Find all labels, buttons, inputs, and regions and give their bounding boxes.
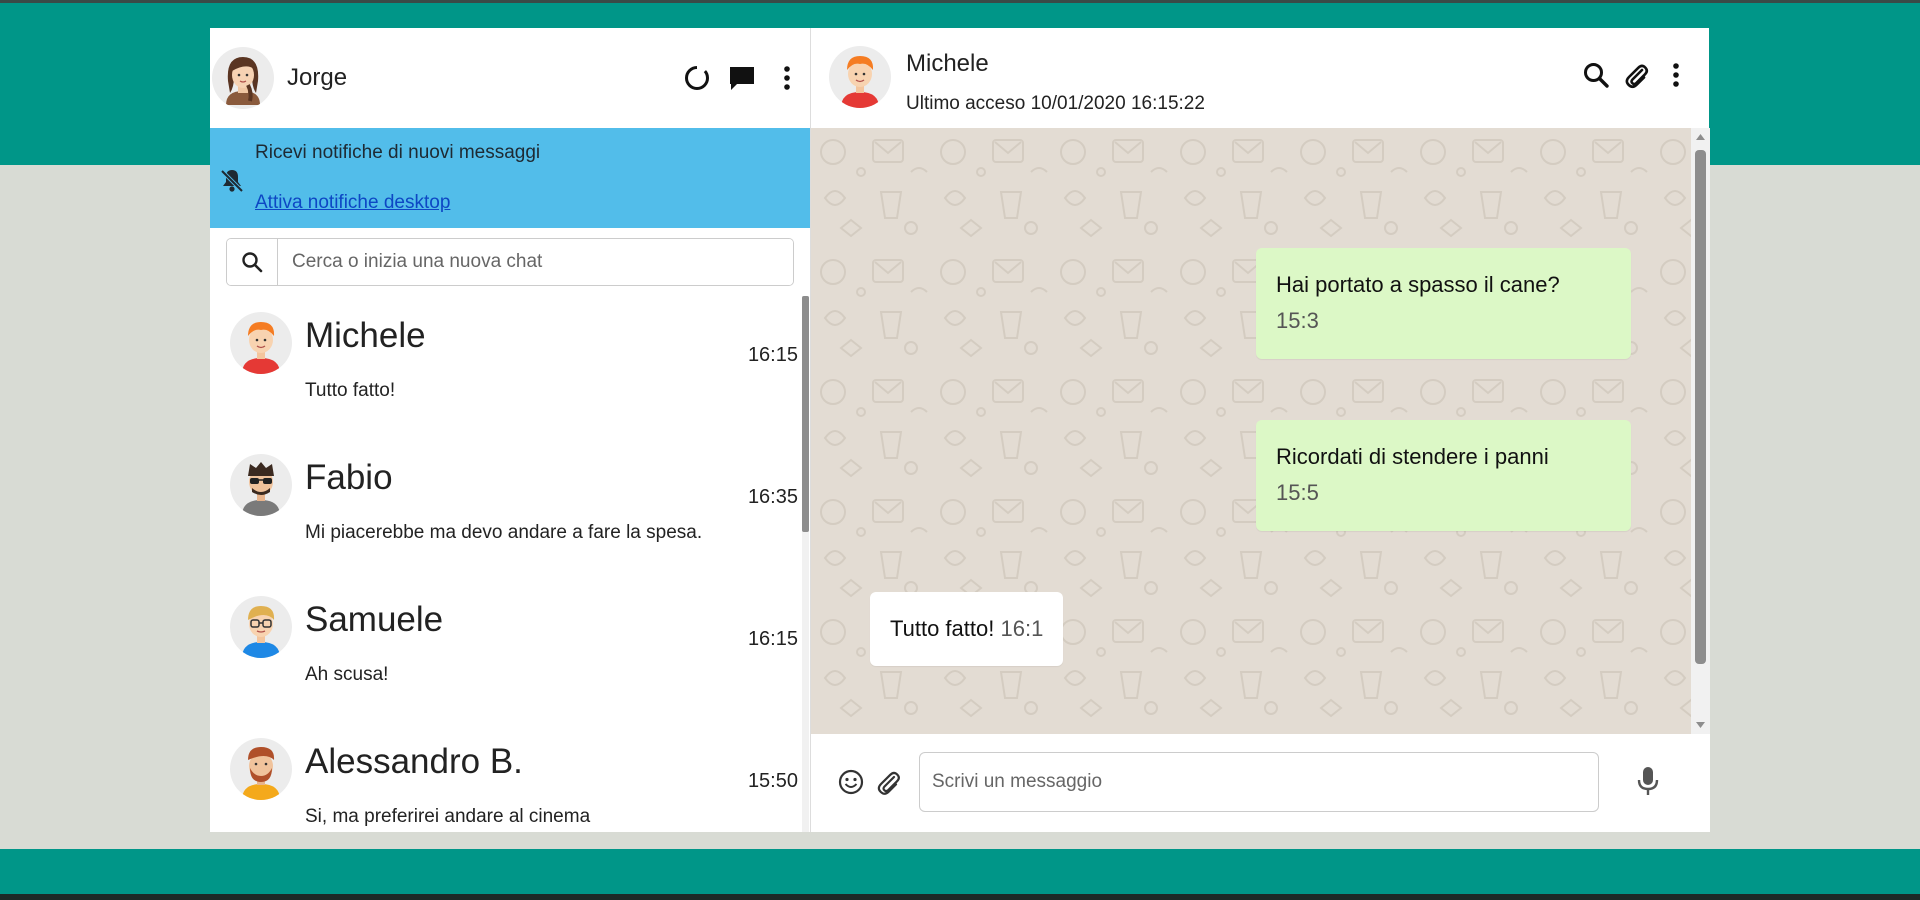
chat-avatar <box>230 454 292 516</box>
message-text: Ricordati di stendere i panni <box>1276 444 1549 469</box>
message-composer <box>811 734 1710 832</box>
scroll-down-arrow-icon <box>1696 722 1705 728</box>
chat-item-michele[interactable]: Michele 16:15 Tutto fatto! <box>210 296 800 438</box>
message-time: 15:5 <box>1276 480 1319 505</box>
chat-avatar <box>230 738 292 800</box>
search-row <box>210 228 810 296</box>
message-sent[interactable]: Hai portato a spasso il cane? 15:3 <box>1256 248 1631 359</box>
messages-scrollbar-thumb[interactable] <box>1695 150 1706 664</box>
chat-avatar <box>230 596 292 658</box>
chat-time: 16:15 <box>747 628 798 650</box>
sidebar: Jorge Ricevi notifiche di nuovi messaggi… <box>210 28 811 832</box>
user-avatar-woman-icon <box>226 57 260 105</box>
composer-attach-button[interactable] <box>871 765 905 799</box>
search-input[interactable] <box>278 239 793 285</box>
chat-name: Fabio <box>305 458 393 497</box>
message-text: Hai portato a spasso il cane? <box>1276 272 1560 297</box>
chat-name: Samuele <box>305 600 444 639</box>
message-time: 15:3 <box>1276 308 1319 333</box>
bottom-border <box>0 894 1920 900</box>
avatar-beard-icon <box>242 747 280 800</box>
paperclip-icon <box>877 771 900 795</box>
avatar-red-hair-icon <box>242 322 280 374</box>
chat-name: Michele <box>305 316 426 355</box>
chat-item-alessandro[interactable]: Alessandro B. 15:50 Si, ma preferirei an… <box>210 722 800 832</box>
chat-avatar <box>230 312 292 374</box>
new-chat-button[interactable] <box>725 61 759 95</box>
search-icon <box>242 252 263 273</box>
chat-last-message: Si, ma preferirei andare al cinema <box>305 806 591 827</box>
paperclip-icon <box>1625 64 1649 89</box>
chat-list: Michele 16:15 Tutto fatto! Fabio 16:35 M… <box>210 296 810 832</box>
notification-title: Ricevi notifiche di nuovi messaggi <box>255 142 541 163</box>
menu-button[interactable] <box>770 61 804 95</box>
chat-name: Alessandro B. <box>305 742 523 781</box>
message-received[interactable]: Tutto fatto! 16:1 <box>870 592 1064 666</box>
notification-banner: Ricevi notifiche di nuovi messaggi Attiv… <box>210 128 810 228</box>
new-chat-icon <box>730 67 754 90</box>
avatar-red-hair-icon <box>841 56 879 108</box>
chat-item-samuele[interactable]: Samuele 16:15 Ah scusa! <box>210 580 800 722</box>
search-box <box>226 238 794 286</box>
search-messages-button[interactable] <box>1579 58 1613 92</box>
chat-time: 16:15 <box>747 344 798 366</box>
my-name: Jorge <box>287 64 348 91</box>
chat-app: Jorge Ricevi notifiche di nuovi messaggi… <box>210 28 1710 832</box>
conversation-actions <box>1573 58 1693 92</box>
chat-time: 16:35 <box>747 486 798 508</box>
menu-vertical-icon <box>784 66 790 90</box>
message-input[interactable] <box>919 752 1599 812</box>
emoji-icon <box>838 769 864 795</box>
my-avatar[interactable] <box>212 47 274 109</box>
search-button[interactable] <box>227 239 278 285</box>
search-icon <box>1584 63 1609 88</box>
chat-last-message: Mi piacerebbe ma devo andare a fare la s… <box>305 522 703 543</box>
chat-last-message: Tutto fatto! <box>305 380 396 401</box>
chat-last-message: Ah scusa! <box>305 664 389 685</box>
chat-list-scrollbar-thumb[interactable] <box>802 296 809 532</box>
conversation-panel: Michele Ultimo acceso 10/01/2020 16:15:2… <box>811 28 1710 832</box>
avatar-glasses-icon <box>242 606 280 658</box>
profile-header: Jorge <box>210 28 810 128</box>
attach-button[interactable] <box>1619 58 1653 92</box>
enable-notifications-link[interactable]: Attiva notifiche desktop <box>255 192 450 214</box>
status-button[interactable] <box>680 61 714 95</box>
conversation-header: Michele Ultimo acceso 10/01/2020 16:15:2… <box>811 28 1709 128</box>
chat-time: 15:50 <box>747 770 798 792</box>
footer-band <box>0 849 1920 894</box>
message-text: Tutto fatto! <box>890 616 995 641</box>
contact-name: Michele <box>906 50 989 77</box>
bell-off-icon <box>220 169 244 193</box>
message-sent[interactable]: Ricordati di stendere i panni 15:5 <box>1256 420 1631 531</box>
menu-vertical-icon <box>1673 63 1679 87</box>
contact-avatar[interactable] <box>829 46 891 108</box>
last-seen-status: Ultimo acceso 10/01/2020 16:15:22 <box>906 93 1205 114</box>
status-ring-icon <box>685 65 709 90</box>
chat-item-fabio[interactable]: Fabio 16:35 Mi piacerebbe ma devo andare… <box>210 438 800 580</box>
scroll-up-arrow-icon <box>1696 134 1705 140</box>
messages-area: Hai portato a spasso il cane? 15:3 Ricor… <box>811 128 1691 734</box>
avatar-sunglasses-icon <box>242 462 280 516</box>
voice-message-button[interactable] <box>1631 764 1665 798</box>
message-time: 16:1 <box>1000 616 1044 641</box>
microphone-icon <box>1637 767 1659 795</box>
emoji-button[interactable] <box>834 765 868 799</box>
conversation-menu-button[interactable] <box>1659 58 1693 92</box>
